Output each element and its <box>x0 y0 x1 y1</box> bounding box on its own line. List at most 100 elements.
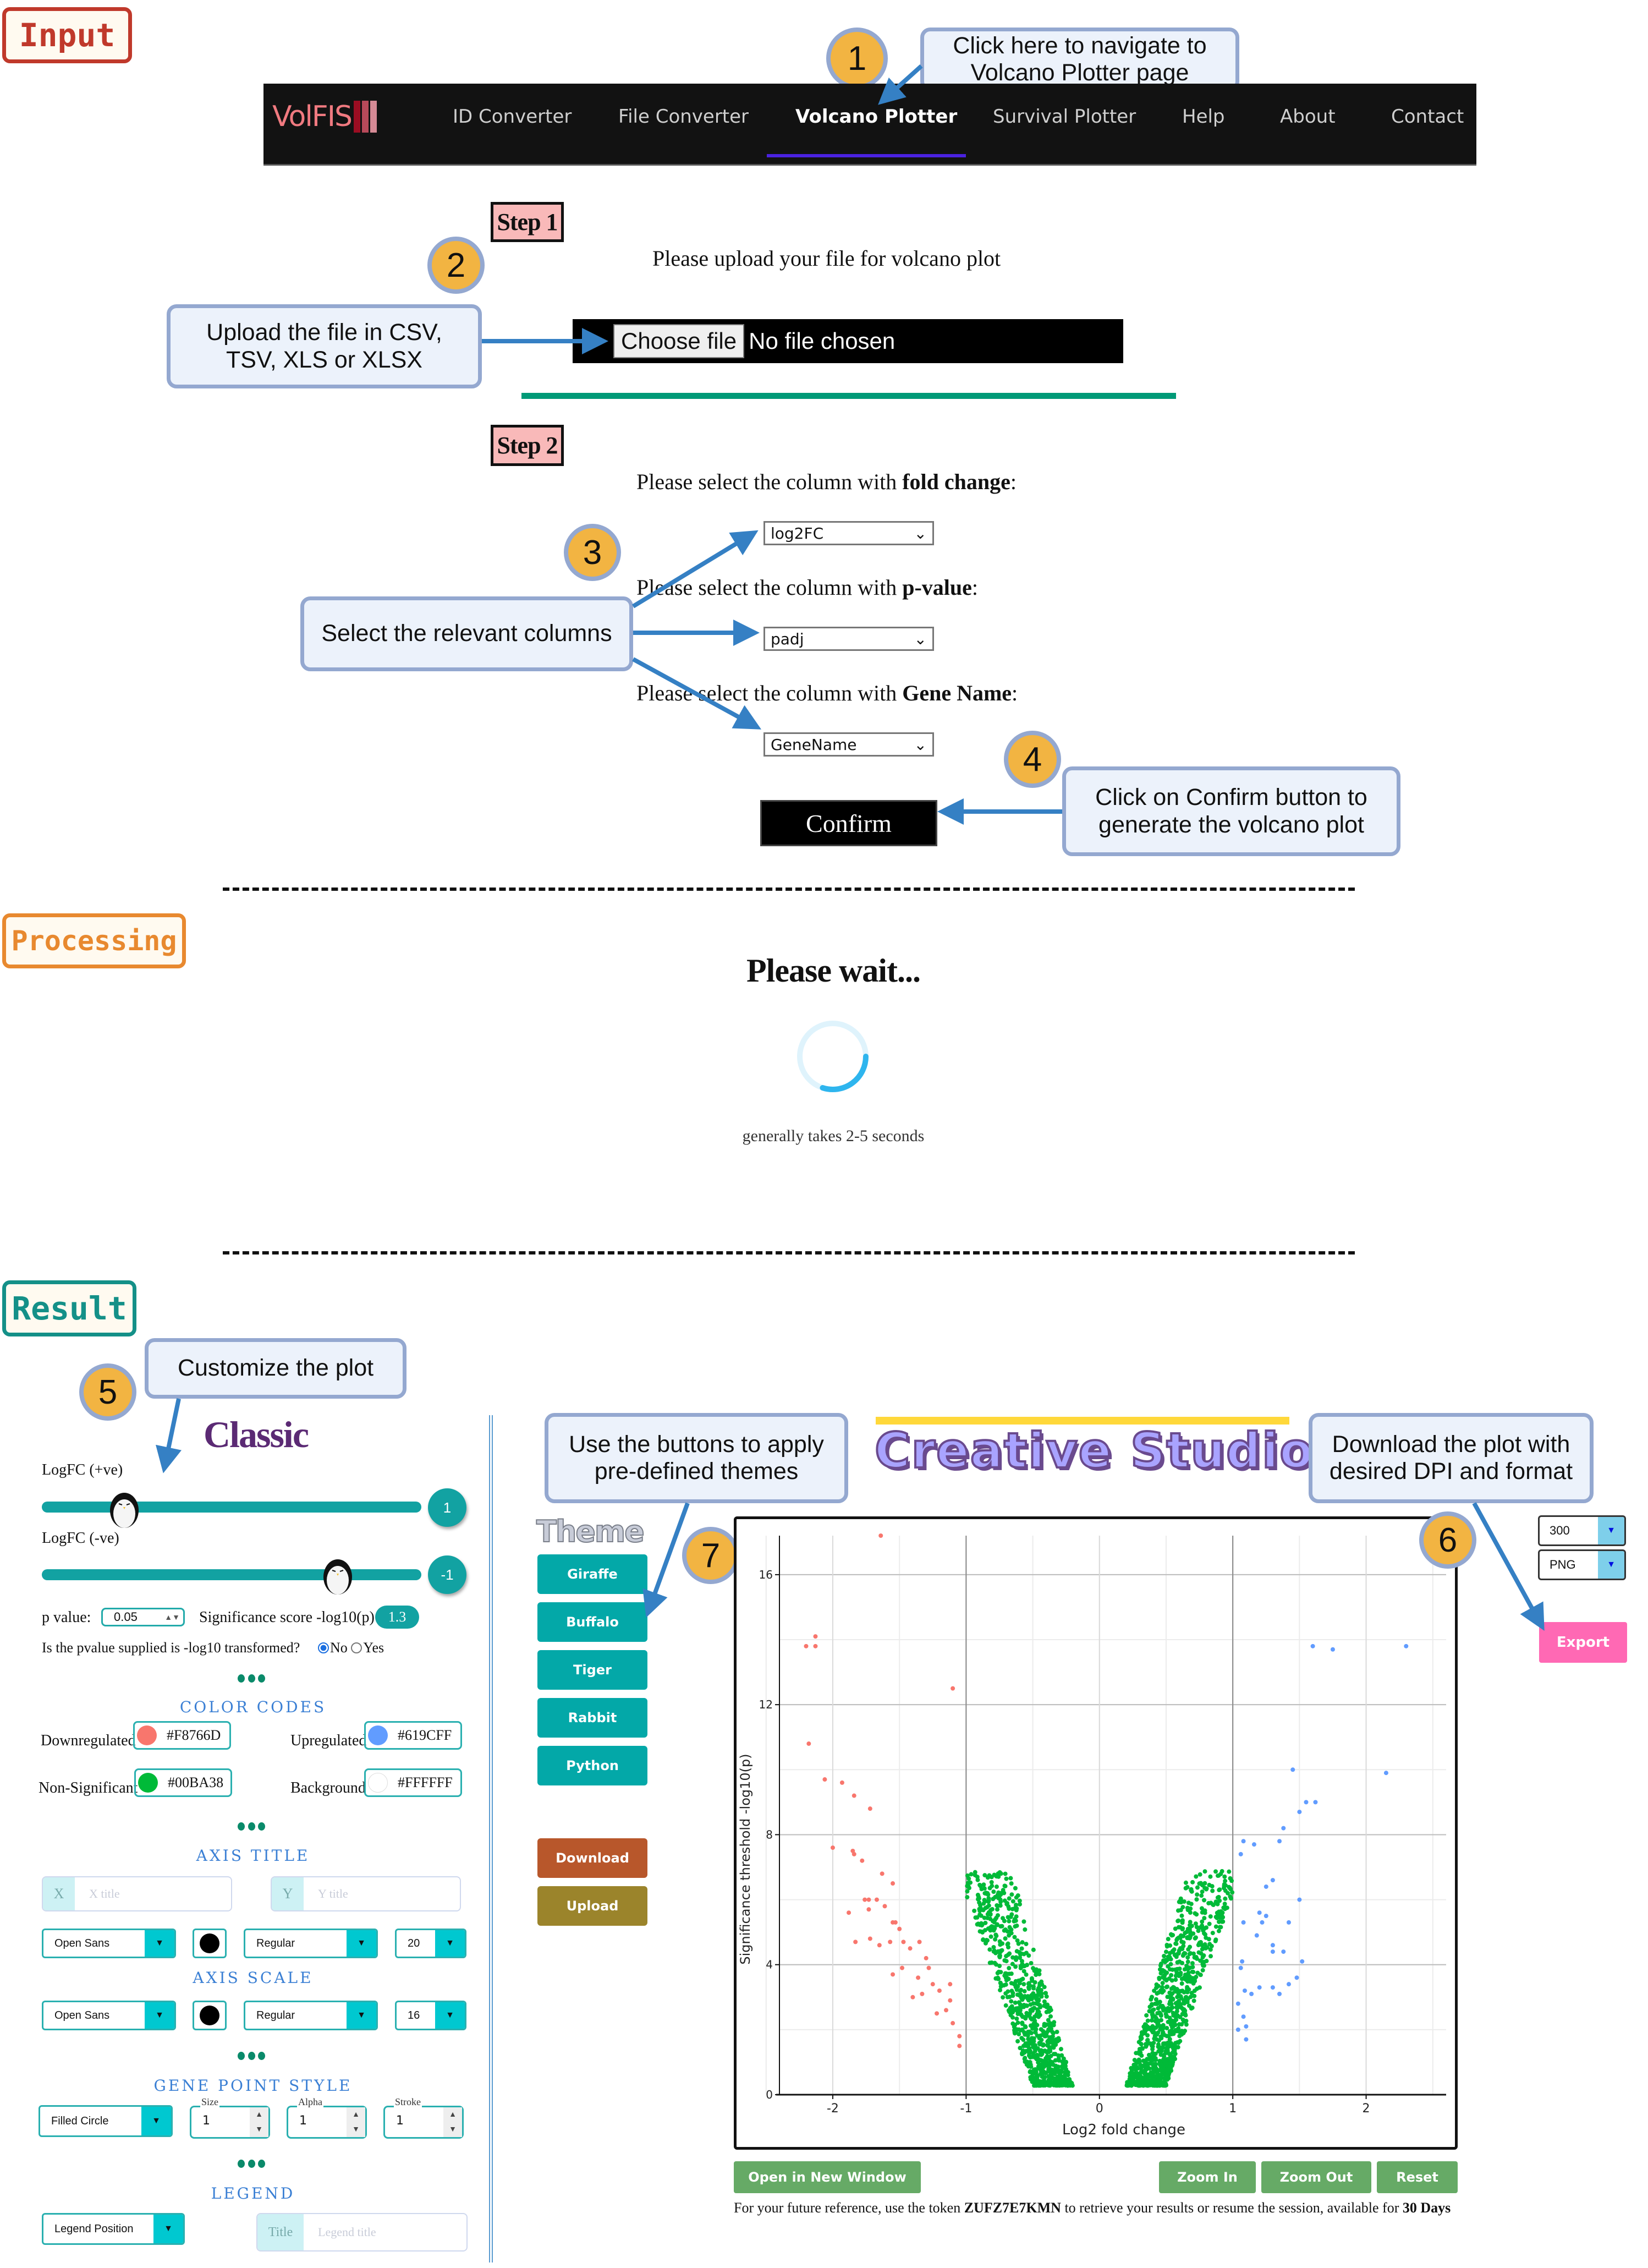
format-select[interactable]: PNG ▼ <box>1538 1549 1626 1580</box>
theme-buffalo-button[interactable]: Buffalo <box>537 1602 647 1642</box>
point-alpha-input[interactable]: Alpha 1 ▲ ▼ <box>287 2096 367 2139</box>
brand-logo[interactable]: VolFIS <box>272 100 378 133</box>
background-color-picker[interactable]: #FFFFFF <box>364 1768 462 1797</box>
nav-id-converter[interactable]: ID Converter <box>453 106 572 128</box>
point-stroke-input[interactable]: Stroke 1 ▲ ▼ <box>383 2096 464 2139</box>
file-upload-input[interactable]: Choose file No file chosen <box>573 319 1123 363</box>
downregulated-color-picker[interactable]: #F8766D <box>133 1721 231 1750</box>
point-non-significant <box>1010 1899 1015 1904</box>
upregulated-color-picker[interactable]: #619CFF <box>364 1721 462 1750</box>
x-title-input[interactable]: X X title <box>42 1876 232 1911</box>
point-non-significant <box>1039 1994 1044 1999</box>
point-non-significant <box>1028 2069 1033 2074</box>
axis-scale-color-picker[interactable] <box>193 2001 227 2030</box>
nav-contact[interactable]: Contact <box>1391 106 1464 128</box>
point-downregulated <box>863 1897 867 1902</box>
export-button[interactable]: Export <box>1539 1622 1627 1663</box>
point-non-significant <box>997 1939 1002 1944</box>
pvalue-input[interactable]: 0.05 ▲▼ <box>101 1608 185 1626</box>
point-non-significant <box>1174 2009 1179 2014</box>
upload-settings-button[interactable]: Upload <box>537 1886 647 1926</box>
point-non-significant <box>1180 1905 1185 1910</box>
point-non-significant <box>1165 2040 1170 2045</box>
point-non-significant <box>1152 2057 1157 2062</box>
nav-volcano-plotter[interactable]: Volcano Plotter <box>795 106 957 128</box>
point-non-significant <box>1041 2042 1046 2047</box>
point-shape-select[interactable]: Filled Circle ▼ <box>39 2105 173 2137</box>
radio-yes[interactable] <box>351 1642 362 1654</box>
stepper-icon[interactable]: ▲▼ <box>443 2107 462 2137</box>
point-upregulated <box>1286 1920 1291 1925</box>
theme-rabbit-button[interactable]: Rabbit <box>537 1698 647 1738</box>
dpi-select[interactable]: 300 ▼ <box>1538 1515 1626 1546</box>
axis-title-size-select[interactable]: 20 ▼ <box>395 1929 466 1958</box>
point-non-significant <box>1134 2070 1139 2075</box>
gene-name-select[interactable]: GeneName ⌄ <box>763 732 934 757</box>
legend-title-input[interactable]: Title Legend title <box>256 2213 468 2251</box>
confirm-button[interactable]: Confirm <box>760 800 937 846</box>
point-non-significant <box>1160 1981 1165 1986</box>
download-settings-button[interactable]: Download <box>537 1838 647 1878</box>
theme-python-button[interactable]: Python <box>537 1746 647 1785</box>
legend-placeholder: Legend title <box>318 2225 376 2239</box>
axis-scale-size-select[interactable]: 16 ▼ <box>395 2001 466 2030</box>
point-non-significant <box>1018 2002 1023 2007</box>
point-non-significant <box>1202 1886 1207 1891</box>
nav-survival-plotter[interactable]: Survival Plotter <box>993 106 1136 128</box>
fold-change-select[interactable]: log2FC ⌄ <box>763 521 934 545</box>
nav-about[interactable]: About <box>1280 106 1336 128</box>
axis-title-font-select[interactable]: Open Sans ▼ <box>42 1929 176 1958</box>
theme-tiger-button[interactable]: Tiger <box>537 1650 647 1690</box>
token-duration: 30 Days <box>1402 2200 1451 2216</box>
point-non-significant <box>979 1923 984 1928</box>
color-swatch <box>368 1725 388 1745</box>
axis-title-color-picker[interactable] <box>193 1929 227 1958</box>
point-non-significant <box>1003 1883 1008 1888</box>
point-upregulated <box>1242 1988 1247 1993</box>
stepper-icon[interactable]: ▲▼ <box>250 2107 268 2137</box>
point-non-significant <box>1043 1991 1048 1996</box>
penguin-slider-handle-icon[interactable] <box>107 1488 142 1530</box>
point-upregulated <box>1281 1826 1286 1831</box>
non-significant-color-picker[interactable]: #00BA38 <box>134 1768 232 1797</box>
point-non-significant <box>1171 1985 1176 1990</box>
logfc-neg-slider-track[interactable] <box>42 1569 421 1580</box>
logfc-pos-slider-track[interactable] <box>42 1502 421 1513</box>
point-non-significant <box>1168 2019 1173 2024</box>
open-new-window-button[interactable]: Open in New Window <box>734 2161 921 2193</box>
brand-bar <box>362 101 369 133</box>
penguin-slider-handle-icon[interactable] <box>320 1555 355 1597</box>
theme-giraffe-button[interactable]: Giraffe <box>537 1554 647 1594</box>
legend-position-select[interactable]: Legend Position ▼ <box>42 2213 185 2245</box>
point-non-significant <box>1004 1954 1009 1959</box>
y-title-input[interactable]: Y Y title <box>271 1876 461 1911</box>
zoom-out-button[interactable]: Zoom Out <box>1261 2161 1371 2193</box>
point-size-input[interactable]: Size 1 ▲ ▼ <box>190 2096 270 2139</box>
radio-no[interactable] <box>318 1642 329 1654</box>
axis-scale-heading: AXIS SCALE <box>193 1969 314 1987</box>
nav-help[interactable]: Help <box>1182 106 1225 128</box>
point-non-significant <box>973 1915 978 1920</box>
choose-file-button[interactable]: Choose file <box>613 324 745 358</box>
point-non-significant <box>1054 2029 1059 2034</box>
point-upregulated <box>1304 1800 1309 1805</box>
point-non-significant <box>1161 1974 1166 1979</box>
section-dots-icon <box>238 1822 265 1831</box>
section-tag-result: Result <box>2 1280 136 1336</box>
axis-scale-font-select[interactable]: Open Sans ▼ <box>42 2001 176 2030</box>
point-non-significant <box>1206 1937 1211 1942</box>
stepper-icon[interactable]: ▲▼ <box>347 2107 365 2137</box>
axis-scale-weight-select[interactable]: Regular ▼ <box>244 2001 378 2030</box>
point-non-significant <box>1010 2015 1015 2020</box>
point-downregulated <box>804 1644 809 1648</box>
zoom-in-button[interactable]: Zoom In <box>1159 2161 1256 2193</box>
axis-title-weight-select[interactable]: Regular ▼ <box>244 1929 378 1958</box>
reset-button[interactable]: Reset <box>1377 2161 1458 2193</box>
volcano-plot[interactable]: -2 -1 0 1 20481216Log2 fold changeSignifican… <box>737 1519 1455 2147</box>
point-non-significant <box>1144 2013 1149 2018</box>
pvalue-select[interactable]: padj ⌄ <box>763 627 934 651</box>
wait-duration-note: generally takes 2-5 seconds <box>742 1127 925 1145</box>
nav-file-converter[interactable]: File Converter <box>618 106 749 128</box>
stepper-icon[interactable]: ▲▼ <box>164 1613 180 1621</box>
point-non-significant <box>1178 2014 1183 2019</box>
